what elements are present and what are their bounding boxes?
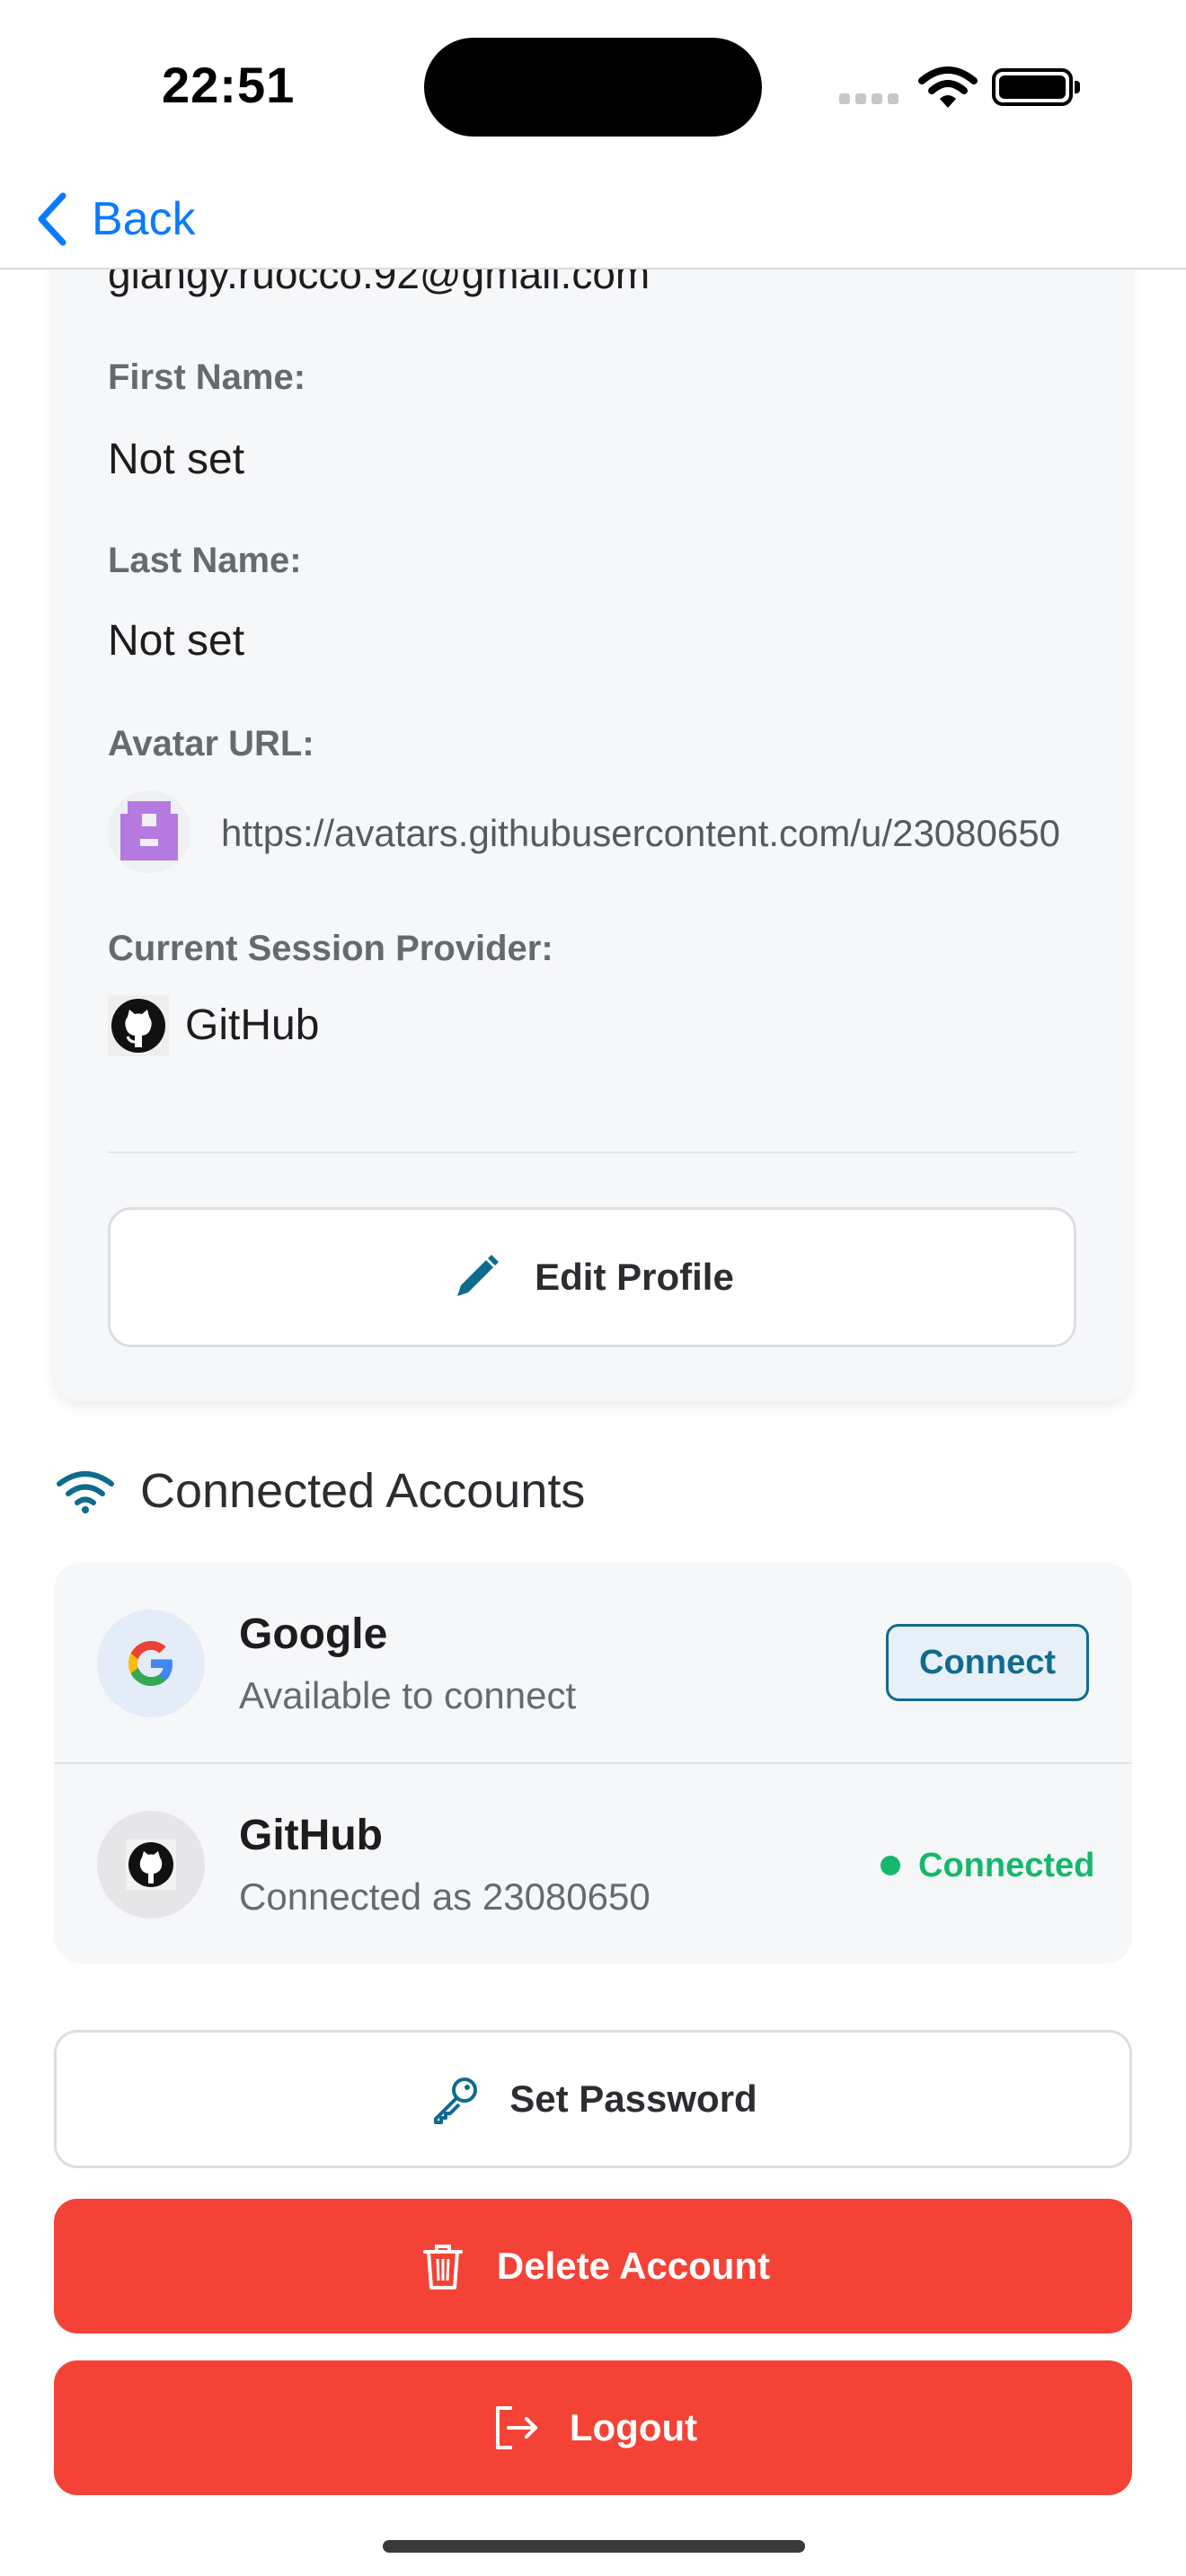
home-indicator (383, 2540, 805, 2553)
back-label: Back (92, 193, 196, 245)
connected-label: Connected (918, 1846, 1095, 1884)
connected-badge: Connected (881, 1834, 1094, 1897)
avatar (108, 790, 190, 873)
avatar-url-value: https://avatars.githubusercontent.com/u/… (221, 812, 1060, 854)
edit-profile-button[interactable]: Edit Profile (108, 1207, 1076, 1347)
divider (108, 1151, 1076, 1153)
key-icon (434, 2078, 478, 2124)
session-provider-label: Current Session Provider: (108, 929, 553, 968)
github-icon (97, 1811, 205, 1919)
account-row-google: Google Available to connect Connect (54, 1563, 1132, 1764)
set-password-label: Set Password (509, 2078, 757, 2120)
nav-bar: Back (0, 171, 1186, 269)
last-name-label: Last Name: (108, 541, 302, 580)
delete-account-label: Delete Account (496, 2245, 771, 2287)
connected-accounts-title: Connected Accounts (140, 1464, 586, 1518)
google-icon (97, 1610, 205, 1717)
back-button[interactable]: Back (32, 183, 196, 255)
first-name-label: First Name: (108, 357, 306, 397)
account-status-text: Connected as 23080650 (239, 1875, 651, 1918)
wifi-status-icon (918, 66, 978, 108)
last-name-value: Not set (108, 617, 245, 665)
github-icon (108, 995, 169, 1056)
account-status-text: Available to connect (239, 1674, 577, 1716)
set-password-button[interactable]: Set Password (54, 2030, 1132, 2168)
trash-icon (422, 2245, 463, 2289)
pencil-icon (457, 1255, 500, 1296)
wifi-icon (57, 1471, 114, 1513)
dynamic-island (424, 38, 762, 137)
status-bar: 22:51 (0, 0, 1186, 171)
first-name-value: Not set (108, 436, 245, 483)
status-time: 22:51 (162, 57, 296, 113)
edit-profile-label: Edit Profile (535, 1256, 734, 1298)
logout-icon (495, 2406, 537, 2449)
cellular-signal-icon (839, 93, 898, 104)
connect-google-button[interactable]: Connect (886, 1624, 1089, 1701)
avatar-url-label: Avatar URL: (108, 724, 314, 763)
status-dot-icon (881, 1856, 900, 1875)
account-row-github: GitHub Connected as 23080650 Connected (54, 1764, 1132, 1963)
connected-accounts-header: Connected Accounts (56, 1455, 585, 1527)
delete-account-button[interactable]: Delete Account (54, 2199, 1132, 2333)
logout-label: Logout (569, 2406, 698, 2448)
logout-button[interactable]: Logout (54, 2360, 1132, 2495)
session-provider-value: GitHub (185, 1001, 320, 1049)
chevron-left-icon (38, 192, 66, 246)
account-name: GitHub (239, 1812, 383, 1859)
battery-icon (992, 68, 1080, 106)
accounts-card: Google Available to connect Connect GitH… (54, 1563, 1132, 1963)
account-name: Google (239, 1610, 388, 1658)
